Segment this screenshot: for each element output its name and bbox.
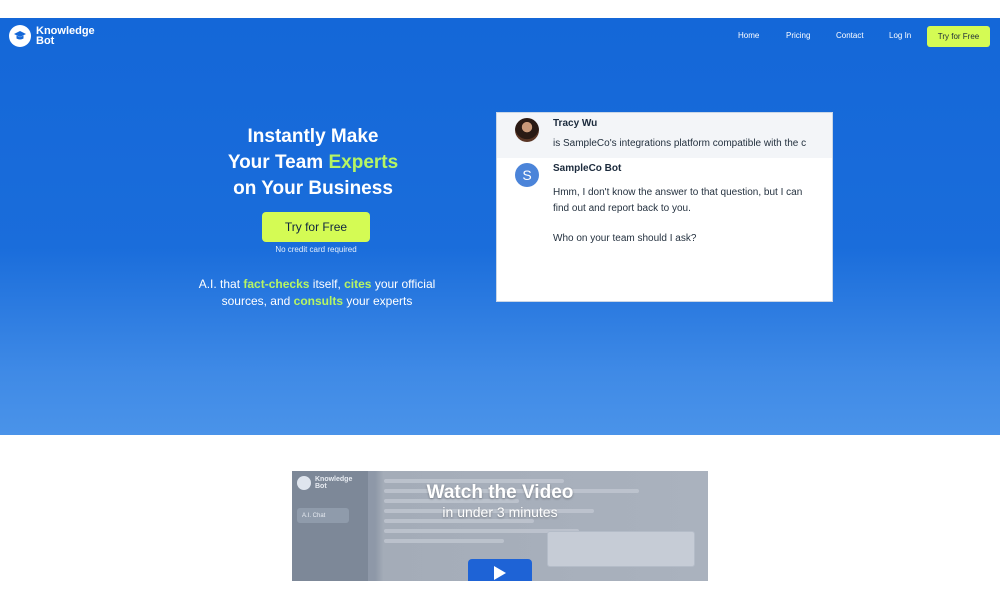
video-thumb-card — [547, 531, 695, 567]
chat-message-bot: S SampleCo Bot Hmm, I don't know the ans… — [497, 158, 832, 301]
chat-demo-window: Tracy Wu is SampleCo's integrations plat… — [496, 112, 833, 302]
message-text: is SampleCo's integrations platform comp… — [553, 138, 807, 149]
nav-login-link[interactable]: Log In — [889, 31, 911, 40]
hero-tagline: A.I. that fact-checks itself, cites your… — [176, 276, 458, 310]
graduation-cap-icon — [9, 25, 31, 47]
nav-try-free-button[interactable]: Try for Free — [927, 26, 990, 47]
bot-avatar: S — [515, 163, 539, 187]
hero-headline: Instantly Make Your Team Experts on Your… — [213, 124, 413, 202]
headline-line3: on Your Business — [233, 178, 393, 199]
message-sender: SampleCo Bot — [553, 163, 622, 174]
tagline-part: itself, — [309, 277, 345, 291]
tagline-part: A.I. that — [198, 277, 244, 291]
hero-try-free-button[interactable]: Try for Free — [262, 212, 370, 242]
no-credit-card-note: No credit card required — [275, 245, 357, 254]
nav-home-link[interactable]: Home — [738, 31, 759, 40]
chat-message-user: Tracy Wu is SampleCo's integrations plat… — [497, 113, 832, 158]
nav-pricing-link[interactable]: Pricing — [786, 31, 810, 40]
navbar: Knowledge Bot Home Pricing Contact Log I… — [0, 18, 1000, 54]
top-strip — [0, 0, 1000, 18]
headline-line2-pre: Your Team — [227, 152, 329, 173]
user-avatar — [515, 118, 539, 142]
message-text-line: Hmm, I don't know the answer to that que… — [553, 187, 803, 198]
headline-highlight: Experts — [328, 152, 399, 173]
tagline-highlight-cites: cites — [344, 277, 372, 291]
nav-contact-link[interactable]: Contact — [836, 31, 864, 40]
message-text-line: Who on your team should I ask? — [553, 233, 697, 244]
headline-line1: Instantly Make — [247, 126, 379, 147]
hero-section: Knowledge Bot Home Pricing Contact Log I… — [0, 18, 1000, 435]
video-thumbnail[interactable]: Knowledge Bot A.I. Chat Watch the Video … — [292, 471, 708, 581]
message-text-line: find out and report back to you. — [553, 203, 691, 214]
message-sender: Tracy Wu — [553, 118, 598, 129]
video-play-button[interactable] — [468, 559, 532, 581]
tagline-highlight-consults: consults — [293, 294, 343, 308]
play-icon — [494, 566, 506, 580]
logo-text: Knowledge Bot — [36, 26, 95, 47]
video-title: Watch the Video — [426, 482, 574, 503]
logo-line2: Bot — [36, 35, 55, 47]
tagline-part: your experts — [343, 294, 413, 308]
video-subtitle: in under 3 minutes — [442, 504, 558, 520]
logo[interactable]: Knowledge Bot — [9, 25, 95, 47]
tagline-highlight-fact-checks: fact-checks — [243, 277, 310, 291]
